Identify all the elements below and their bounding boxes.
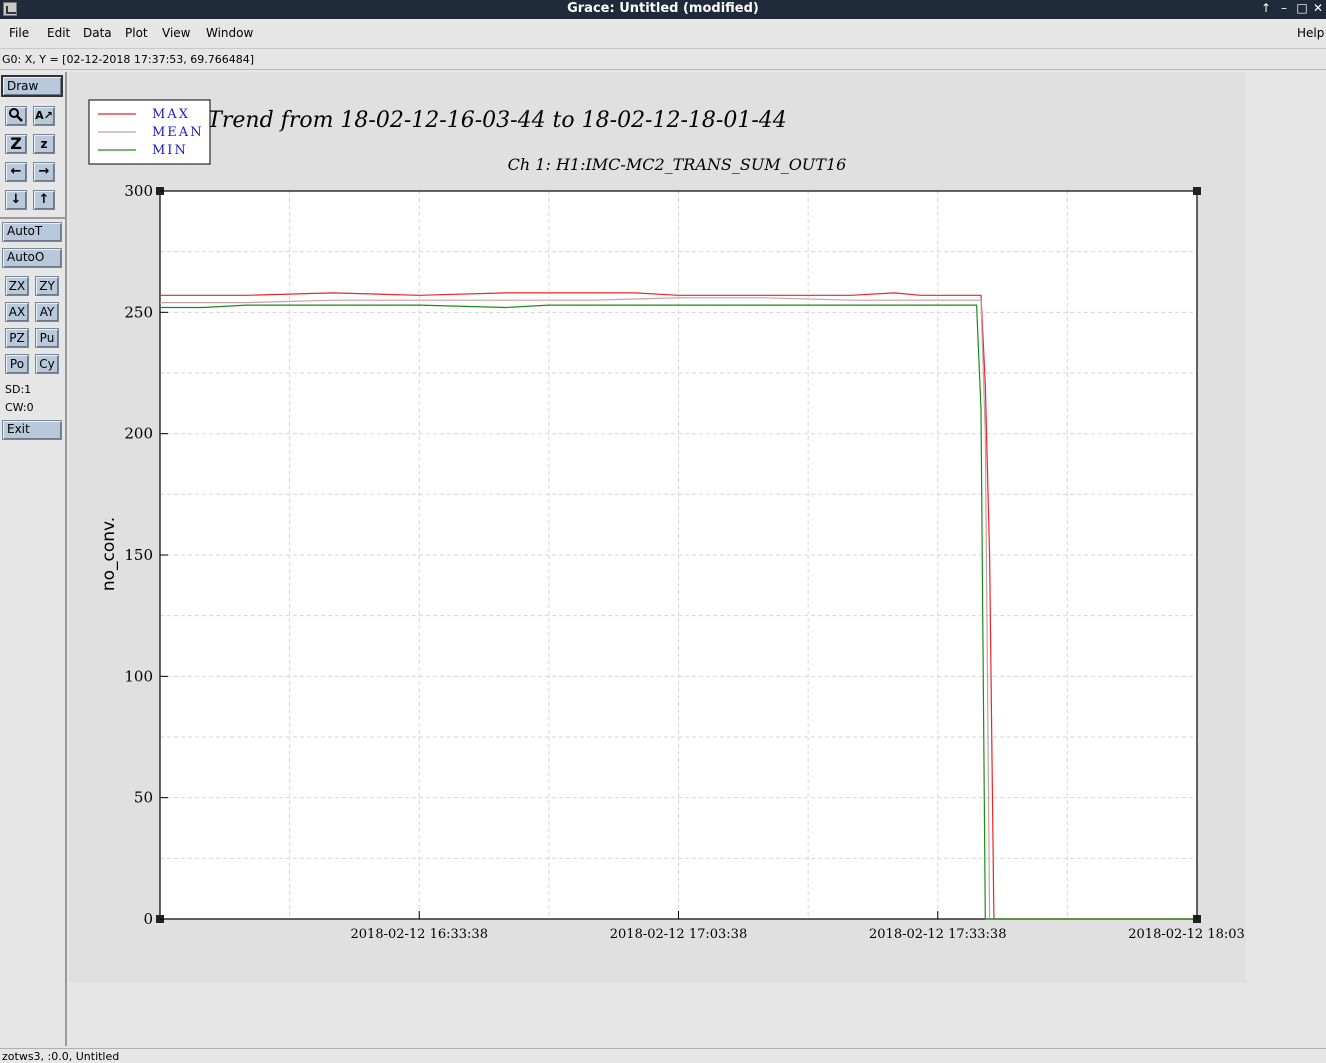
always-on-top-icon[interactable]: ↑ xyxy=(1259,1,1273,15)
ay-button[interactable]: AY xyxy=(35,302,59,322)
tool-panel: Draw A↗ Z z ← → ↓ ↑ AutoT AutoO ZX ZY AX… xyxy=(0,72,67,1046)
legend-label-min: MIN xyxy=(152,143,188,158)
menu-data[interactable]: Data xyxy=(83,26,112,40)
menu-bar: File Edit Data Plot View Window Help xyxy=(0,19,1326,49)
cy-button[interactable]: Cy xyxy=(35,354,59,374)
zoom-in-icon[interactable]: Z xyxy=(5,134,27,154)
zoom-magnifier-icon[interactable] xyxy=(5,106,27,126)
scroll-right-icon[interactable]: → xyxy=(33,162,55,182)
y-axis-label: no_conv. xyxy=(99,517,119,591)
pu-button[interactable]: Pu xyxy=(35,328,59,348)
autoscale-text-icon[interactable]: A↗ xyxy=(33,106,55,126)
legend-label-max: MAX xyxy=(152,107,190,122)
autot-button[interactable]: AutoT xyxy=(2,222,62,242)
y-tick-label: 200 xyxy=(124,425,153,443)
menu-plot[interactable]: Plot xyxy=(125,26,148,40)
window-title: Grace: Untitled (modified) xyxy=(567,1,759,16)
y-tick-label: 50 xyxy=(134,789,153,807)
ax-button[interactable]: AX xyxy=(5,302,29,322)
x-tick-label: 2018-02-12 18:03:38 xyxy=(1128,927,1246,942)
x-tick-label: 2018-02-12 16:33:38 xyxy=(351,927,488,942)
coordinate-readout: G0: X, Y = [02-12-2018 17:37:53, 69.7664… xyxy=(2,53,255,66)
zy-button[interactable]: ZY xyxy=(35,276,59,296)
x-tick-label: 2018-02-12 17:03:38 xyxy=(610,927,747,942)
y-tick-label: 100 xyxy=(124,667,153,685)
status-bar: zotws3, :0.0, Untitled xyxy=(0,1048,1326,1063)
status-text: zotws3, :0.0, Untitled xyxy=(2,1050,120,1063)
exit-button[interactable]: Exit xyxy=(2,420,62,440)
maximize-icon[interactable]: □ xyxy=(1295,1,1309,15)
y-tick-label: 300 xyxy=(124,182,153,200)
graph-canvas[interactable]: 0 50 100 150 200 250 300 2018-02-12 16:33:38 20… xyxy=(69,72,1266,983)
y-tick-label: 0 xyxy=(143,910,153,928)
coordinate-readout-bar: G0: X, Y = [02-12-2018 17:37:53, 69.7664… xyxy=(0,50,1326,70)
y-tick-label: 250 xyxy=(124,303,153,321)
zx-button[interactable]: ZX xyxy=(5,276,29,296)
zoom-out-icon[interactable]: z xyxy=(33,134,55,154)
cw-label: CW:0 xyxy=(5,401,34,414)
title-bar: Grace: Untitled (modified) ↑ – □ ✕ xyxy=(0,0,1326,19)
autoo-button[interactable]: AutoO xyxy=(2,248,62,268)
minimize-icon[interactable]: – xyxy=(1277,1,1291,15)
scroll-up-icon[interactable]: ↑ xyxy=(33,190,55,210)
draw-button[interactable]: Draw xyxy=(1,75,63,97)
po-button[interactable]: Po xyxy=(5,354,29,374)
panel-divider xyxy=(0,217,65,219)
menu-window[interactable]: Window xyxy=(206,26,253,40)
close-icon[interactable]: ✕ xyxy=(1311,1,1325,15)
menu-view[interactable]: View xyxy=(162,26,190,40)
corner-handle xyxy=(1193,187,1201,195)
menu-edit[interactable]: Edit xyxy=(47,26,70,40)
chart-title: Trend from 18-02-12-16-03-44 to 18-02-12… xyxy=(207,108,787,133)
legend-label-mean: MEAN xyxy=(152,125,204,140)
scroll-left-icon[interactable]: ← xyxy=(5,162,27,182)
x-tick-label: 2018-02-12 17:33:38 xyxy=(869,927,1006,942)
y-tick-label: 150 xyxy=(124,546,153,564)
sd-label: SD:1 xyxy=(5,383,32,396)
chart-legend: MAX MEAN MIN xyxy=(88,99,211,165)
trend-chart[interactable]: 0 50 100 150 200 250 300 2018-02-12 16:33:38 20… xyxy=(69,72,1266,983)
scroll-down-icon[interactable]: ↓ xyxy=(5,190,27,210)
menu-help[interactable]: Help xyxy=(1297,26,1324,40)
menu-file[interactable]: File xyxy=(9,26,29,40)
pz-button[interactable]: PZ xyxy=(5,328,29,348)
chart-subtitle: Ch 1: H1:IMC-MC2_TRANS_SUM_OUT16 xyxy=(508,155,847,174)
